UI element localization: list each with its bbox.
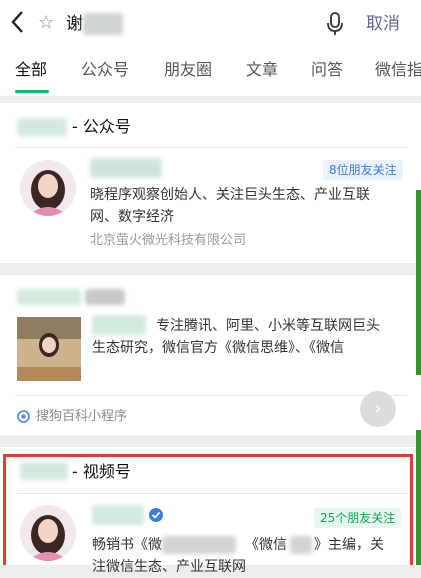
star-icon[interactable]: ☆ <box>38 13 54 33</box>
entry-description-2: 生态研究，微信官方《微信思维》、《微信 <box>92 340 344 356</box>
divider <box>15 147 407 148</box>
redacted-title-2 <box>85 289 125 305</box>
back-icon[interactable] <box>10 10 24 41</box>
baike-card[interactable]: 专注腾讯、阿里、小米等互联网巨头 生态研究，微信官方《微信思维》、《微信 搜狗百… <box>0 275 421 435</box>
friends-follow-badge: 8位朋友关注 <box>323 160 403 180</box>
tab-all[interactable]: 全部 <box>15 59 47 81</box>
cancel-button[interactable]: 取消 <box>366 12 400 36</box>
tab-articles[interactable]: 文章 <box>246 59 278 81</box>
tab-official-accounts[interactable]: 公众号 <box>81 59 129 81</box>
redacted-name <box>17 118 67 136</box>
entry-description: 专注腾讯、阿里、小米等互联网巨头 <box>156 318 380 334</box>
search-input[interactable]: 谢 <box>66 13 83 35</box>
redacted-query <box>83 13 123 35</box>
tab-wechat-index[interactable]: 微信指 <box>375 59 421 81</box>
compass-icon <box>17 410 30 423</box>
chevron-left-icon <box>11 11 23 33</box>
redacted-account-name <box>90 158 162 178</box>
search-bar: ☆ 谢 取消 <box>0 0 421 46</box>
active-tab-indicator <box>15 90 49 93</box>
redacted-entry-name <box>92 315 146 335</box>
account-company: 北京萤火微光科技有限公司 <box>90 233 247 248</box>
official-account-card[interactable]: - 公众号 8位朋友关注 晓程序观察创始人、关注巨头生态、产业互联 网、数字经济… <box>0 103 421 263</box>
microphone-icon[interactable] <box>327 12 343 36</box>
account-description: 晓程序观察创始人、关注巨头生态、产业互联 <box>90 187 370 203</box>
divider <box>15 395 407 396</box>
section-title-official: - 公众号 <box>72 117 131 136</box>
tab-moments[interactable]: 朋友圈 <box>164 59 212 81</box>
avatar <box>20 160 76 216</box>
redacted-title <box>17 289 81 305</box>
background-edge <box>416 430 421 565</box>
arrow-right-icon[interactable]: › <box>360 391 396 427</box>
highlight-box <box>3 454 413 565</box>
filter-tabs: 全部 公众号 朋友圈 文章 问答 微信指 <box>0 46 421 96</box>
tab-qa[interactable]: 问答 <box>311 59 343 81</box>
entry-thumbnail <box>17 317 81 381</box>
source-mini-program[interactable]: 搜狗百科小程序 <box>36 407 127 427</box>
background-edge <box>416 190 421 375</box>
account-description-2: 网、数字经济 <box>90 209 174 225</box>
